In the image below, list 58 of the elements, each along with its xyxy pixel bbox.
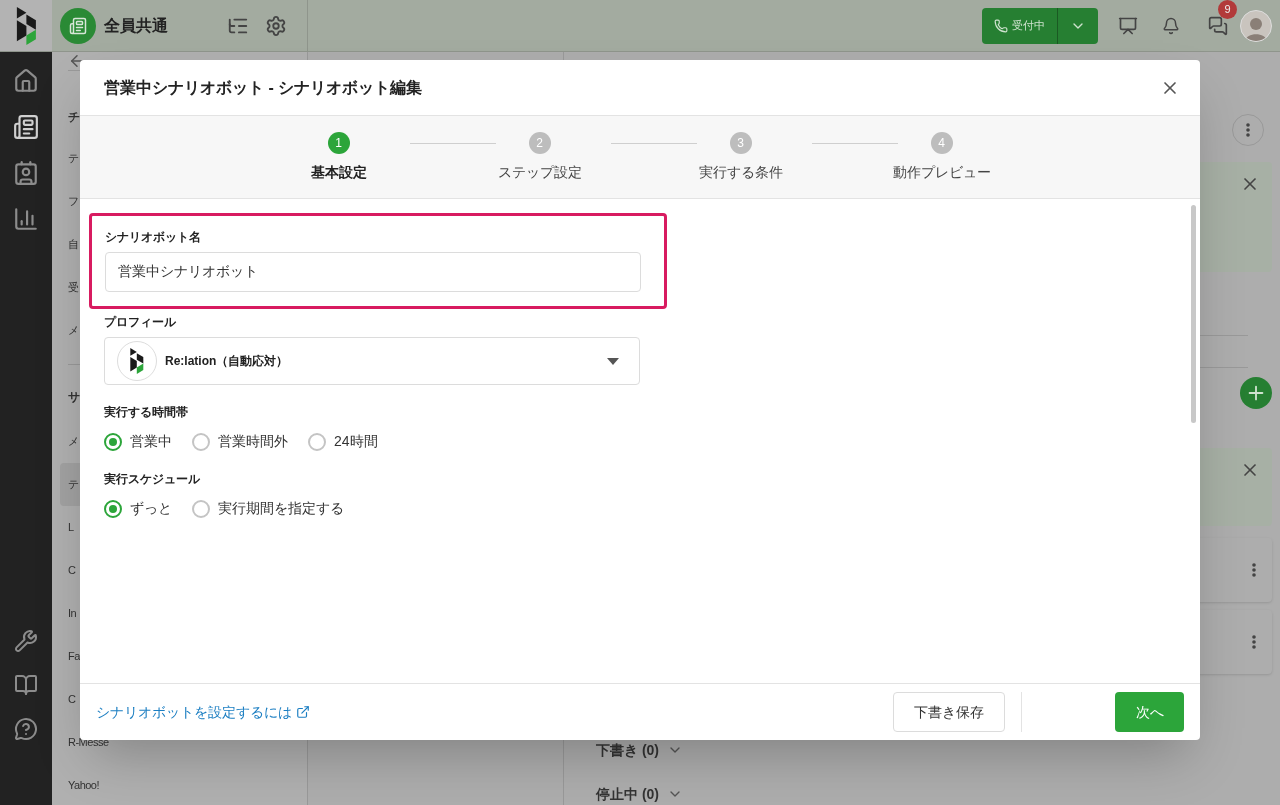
book-icon[interactable] bbox=[14, 673, 38, 697]
field-label: 実行スケジュール bbox=[104, 471, 201, 488]
external-link-icon bbox=[296, 705, 310, 719]
board-icon[interactable] bbox=[1118, 15, 1138, 36]
bell-icon[interactable] bbox=[1162, 16, 1180, 35]
status-button[interactable]: 受付中 bbox=[982, 7, 1098, 44]
tools-icon[interactable] bbox=[14, 629, 38, 653]
radio-button[interactable] bbox=[192, 499, 210, 518]
scrollbar[interactable] bbox=[1191, 205, 1196, 423]
input-field[interactable]: 営業中シナリオボット bbox=[105, 252, 641, 292]
step-label[interactable]: 実行する条件 bbox=[698, 162, 783, 183]
radio-button[interactable] bbox=[104, 432, 122, 451]
section-toggle[interactable]: 停止中 (0) bbox=[596, 783, 659, 805]
inbox-icon[interactable] bbox=[13, 114, 39, 140]
help-link[interactable]: シナリオボットを設定するには bbox=[96, 701, 310, 723]
step-number: 2 bbox=[528, 132, 551, 154]
avatar[interactable] bbox=[1240, 9, 1272, 42]
dialog-title: 営業中シナリオボット - シナリオボット編集 bbox=[104, 77, 423, 98]
chat-icon[interactable] bbox=[1208, 15, 1228, 36]
radio-button[interactable] bbox=[192, 432, 210, 451]
logo-icon bbox=[14, 6, 38, 45]
radio-option[interactable]: 実行期間を指定する bbox=[192, 498, 344, 519]
workspace-name[interactable]: 全員共通 bbox=[104, 13, 168, 38]
notification-badge: 9 bbox=[1218, 0, 1237, 19]
logo-icon bbox=[129, 348, 145, 374]
home-icon[interactable] bbox=[13, 68, 39, 94]
radio-option[interactable]: 24時間 bbox=[308, 431, 378, 452]
radio-button[interactable] bbox=[104, 499, 122, 518]
sidebar-heading: チ bbox=[68, 109, 80, 126]
more-icon[interactable] bbox=[1252, 635, 1256, 649]
field-label: プロフィール bbox=[104, 314, 177, 331]
step-number: 3 bbox=[729, 132, 752, 154]
step-label[interactable]: 動作プレビュー bbox=[892, 162, 991, 183]
radio-option[interactable]: 営業中 bbox=[104, 431, 172, 452]
dropdown-caret-icon bbox=[607, 357, 619, 365]
step-number: 4 bbox=[930, 132, 953, 154]
settings-icon[interactable] bbox=[265, 14, 287, 37]
step-label[interactable]: 基本設定 bbox=[310, 162, 367, 183]
draft-button[interactable]: 下書き保存 bbox=[893, 692, 1005, 732]
workspace-icon[interactable] bbox=[60, 7, 96, 44]
profile-select[interactable]: Re:lation（自動応対） bbox=[104, 337, 640, 385]
radio-option[interactable]: ずっと bbox=[104, 498, 172, 519]
more-icon[interactable] bbox=[1252, 563, 1256, 577]
field-label: シナリオボット名 bbox=[105, 229, 202, 246]
radio-option[interactable]: 営業時間外 bbox=[192, 431, 288, 452]
contacts-icon[interactable] bbox=[13, 160, 39, 186]
chart-icon[interactable] bbox=[13, 206, 39, 232]
section-toggle[interactable]: 下書き (0) bbox=[596, 739, 659, 761]
radio-button[interactable] bbox=[308, 432, 326, 451]
add-button[interactable] bbox=[1240, 377, 1272, 409]
field-label: 実行する時間帯 bbox=[104, 404, 189, 421]
sidebar-item[interactable]: Yahoo! bbox=[60, 764, 299, 805]
step-label[interactable]: ステップ設定 bbox=[497, 162, 582, 183]
step-number: 1 bbox=[327, 132, 350, 154]
phone-icon bbox=[994, 18, 1008, 33]
help-icon[interactable] bbox=[14, 717, 38, 741]
more-icon bbox=[1246, 123, 1250, 137]
sidebar-heading: サ bbox=[68, 388, 80, 406]
